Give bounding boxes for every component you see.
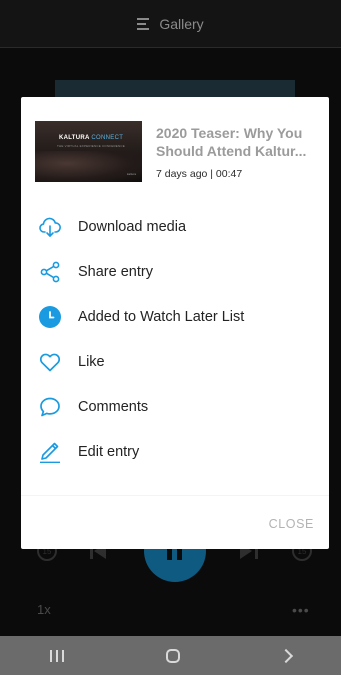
comment-icon <box>38 395 62 419</box>
close-button[interactable]: CLOSE <box>269 517 314 531</box>
media-title: 2020 Teaser: Why You Should Attend Kaltu… <box>156 125 307 159</box>
thumbnail-corner-logo: kaltura <box>126 172 136 176</box>
share-icon <box>38 260 62 284</box>
back-icon[interactable] <box>278 648 293 663</box>
watch-later-item[interactable]: Added to Watch Later List <box>21 294 329 339</box>
watch-later-label: Added to Watch Later List <box>78 308 245 325</box>
thumbnail-subtitle: THE VIRTUAL EXPERIENCE CONFERENCE <box>57 144 125 148</box>
download-media-label: Download media <box>78 218 187 235</box>
media-header: KALTURA CONNECT THE VIRTUAL EXPERIENCE C… <box>35 119 320 184</box>
recent-apps-icon[interactable] <box>50 649 66 662</box>
action-list: Download media Share entry Added to Watc… <box>21 204 329 474</box>
media-thumbnail: KALTURA CONNECT THE VIRTUAL EXPERIENCE C… <box>35 121 142 182</box>
share-entry-label: Share entry <box>78 263 153 280</box>
like-item[interactable]: Like <box>21 339 329 384</box>
edit-entry-item[interactable]: Edit entry <box>21 429 329 474</box>
media-meta: 7 days ago | 00:47 <box>156 168 243 180</box>
thumbnail-brand: KALTURA CONNECT <box>59 135 124 141</box>
cloud-download-icon <box>38 215 62 239</box>
system-nav-bar <box>0 636 341 675</box>
divider <box>21 495 329 496</box>
share-entry-item[interactable]: Share entry <box>21 249 329 294</box>
media-actions-sheet: KALTURA CONNECT THE VIRTUAL EXPERIENCE C… <box>21 97 329 549</box>
like-label: Like <box>78 353 105 370</box>
comments-item[interactable]: Comments <box>21 384 329 429</box>
comments-label: Comments <box>78 398 149 415</box>
edit-entry-label: Edit entry <box>78 443 140 460</box>
heart-icon <box>38 350 62 374</box>
home-icon[interactable] <box>166 648 181 663</box>
pencil-icon <box>38 440 62 464</box>
download-media-item[interactable]: Download media <box>21 204 329 249</box>
clock-icon <box>38 305 62 329</box>
